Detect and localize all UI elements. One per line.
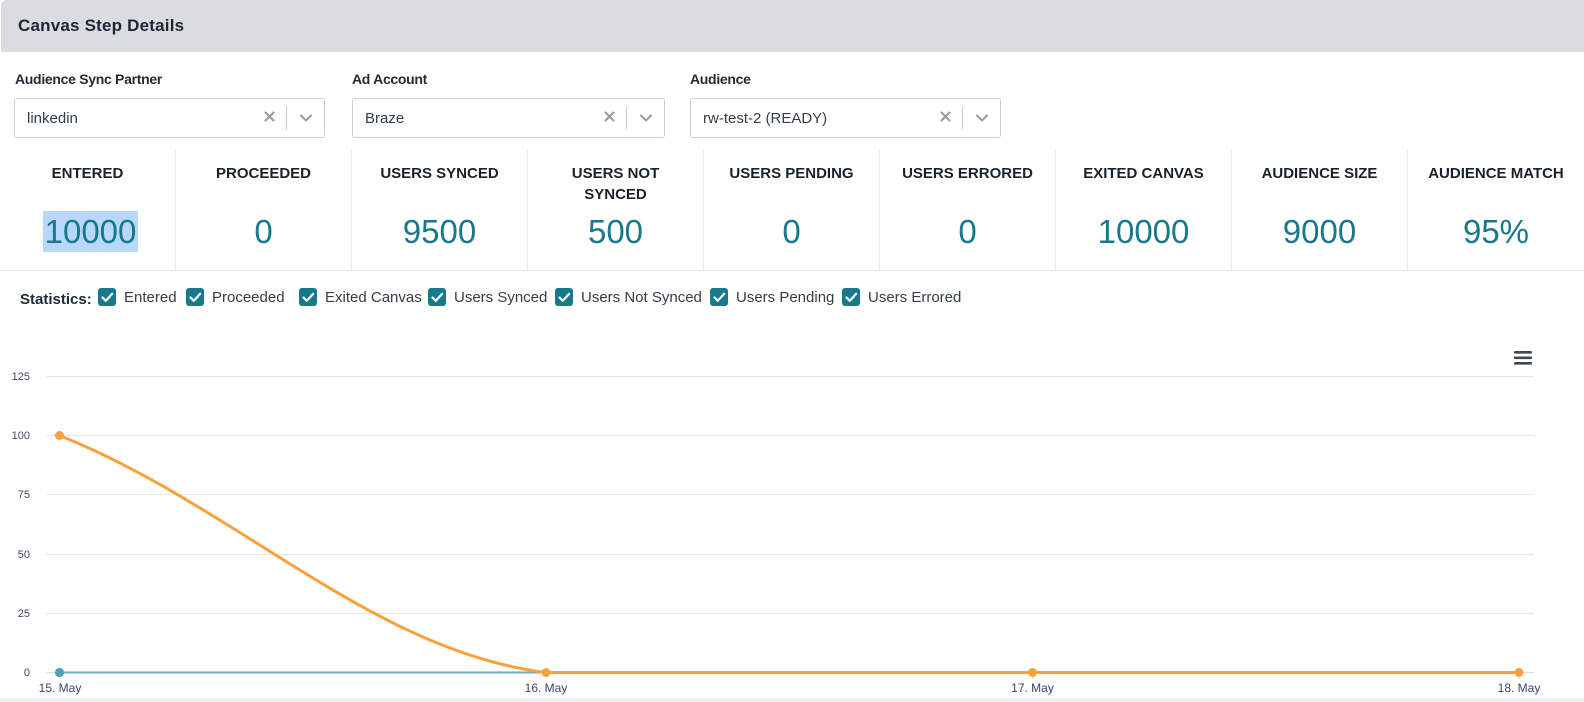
svg-text:100: 100 xyxy=(12,430,30,442)
svg-text:18. May: 18. May xyxy=(1498,681,1541,695)
svg-text:16. May: 16. May xyxy=(525,681,568,695)
svg-text:50: 50 xyxy=(18,549,30,561)
svg-text:15. May: 15. May xyxy=(39,681,82,695)
svg-text:25: 25 xyxy=(18,608,30,620)
svg-text:75: 75 xyxy=(18,489,30,501)
svg-text:125: 125 xyxy=(12,371,30,383)
svg-text:17. May: 17. May xyxy=(1011,681,1054,695)
svg-text:0: 0 xyxy=(24,667,30,679)
